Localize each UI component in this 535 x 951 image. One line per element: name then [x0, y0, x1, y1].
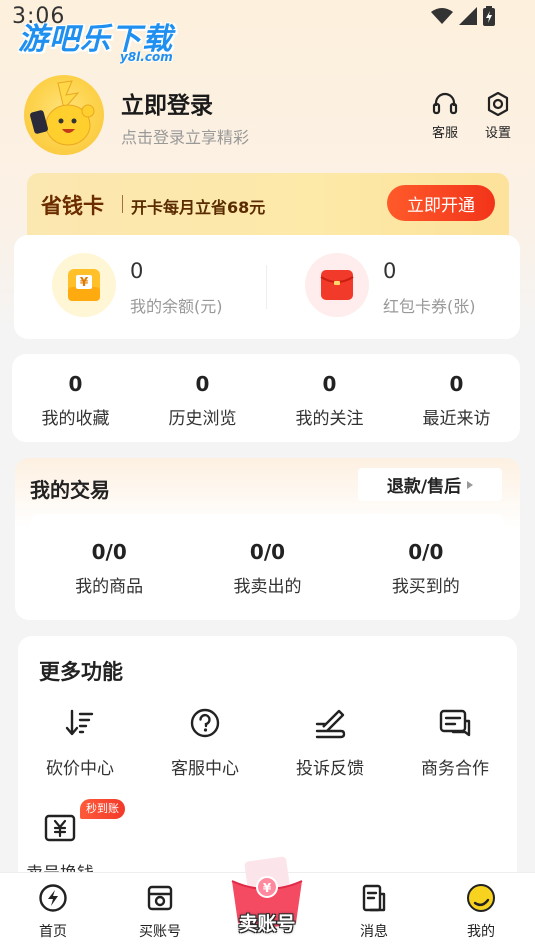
- coupons-item[interactable]: 0 红包卡券(张): [305, 253, 505, 321]
- trade-my-products[interactable]: 0/0 我的商品: [30, 514, 188, 610]
- trade-label: 我的商品: [75, 577, 144, 597]
- bottom-nav: 首页 买账号 ¥ 卖账号 消息 我的: [0, 856, 535, 951]
- trade-title: 我的交易: [30, 478, 110, 502]
- trade-sold[interactable]: 0/0 我卖出的: [188, 514, 346, 610]
- trade-label: 我买到的: [391, 577, 460, 597]
- stats-card: 0 我的收藏 0 历史浏览 0 我的关注 0 最近来访: [12, 354, 520, 442]
- feature-label: 客服中心: [171, 759, 239, 779]
- balance-divider: [266, 265, 267, 309]
- battery-icon: [483, 6, 495, 26]
- trade-bought[interactable]: 0/0 我买到的: [347, 514, 505, 610]
- nav-sell-label: 卖账号: [238, 913, 296, 935]
- feature-label: 砍价中心: [46, 759, 114, 779]
- stat-label: 我的收藏: [41, 409, 110, 429]
- balance-value: 0: [130, 259, 144, 283]
- status-icons: [431, 6, 495, 26]
- chat-box-icon: [439, 709, 471, 737]
- nav-sell-account[interactable]: ¥ 卖账号: [226, 851, 308, 951]
- trade-stats: 0/0 我的商品 0/0 我卖出的 0/0 我买到的: [30, 514, 505, 610]
- help-circle-icon: [190, 708, 220, 738]
- sort-down-icon: [65, 709, 94, 736]
- feature-label: 投诉反馈: [296, 759, 364, 779]
- activate-now-button[interactable]: 立即开通: [387, 185, 495, 221]
- yuan-wallet-icon: ¥: [52, 253, 116, 317]
- stat-label: 我的关注: [295, 409, 364, 429]
- stat-label: 历史浏览: [168, 409, 237, 429]
- balance-card: ¥ 0 我的余额(元) 0 红包卡券(张): [14, 235, 520, 339]
- trade-value: 0/0: [408, 540, 444, 564]
- red-envelope-icon: [305, 253, 369, 317]
- nav-label: 消息: [360, 924, 388, 940]
- lightning-circle-icon: [39, 884, 67, 912]
- stat-label: 最近来访: [422, 409, 491, 429]
- my-balance-item[interactable]: ¥ 0 我的余额(元): [52, 253, 252, 321]
- nav-mine[interactable]: 我的: [441, 883, 521, 941]
- stat-value: 0: [195, 372, 210, 396]
- stat-history[interactable]: 0 历史浏览: [139, 354, 266, 442]
- login-title[interactable]: 立即登录: [121, 86, 213, 120]
- stat-value: 0: [449, 372, 464, 396]
- feature-label: 商务合作: [421, 759, 489, 779]
- trade-card: 我的交易 退款/售后 0/0 我的商品 0/0 我卖出的 0/0 我买到的: [15, 458, 520, 620]
- settings-label: 设置: [484, 126, 511, 141]
- gear-icon: [487, 91, 509, 117]
- trade-value: 0/0: [91, 540, 127, 564]
- shop-bag-icon: [147, 885, 173, 911]
- service-center-item[interactable]: 客服中心: [145, 706, 265, 779]
- more-features-title: 更多功能: [39, 660, 123, 684]
- stat-value: 0: [68, 372, 83, 396]
- complaint-feedback-item[interactable]: 投诉反馈: [270, 706, 390, 779]
- trade-value: 0/0: [249, 540, 286, 564]
- stat-following[interactable]: 0 我的关注: [266, 354, 393, 442]
- nav-buy-account[interactable]: 买账号: [120, 883, 200, 941]
- nav-label: 买账号: [139, 924, 181, 940]
- yuan-ticket-icon: [44, 814, 76, 842]
- nav-home[interactable]: 首页: [13, 883, 93, 941]
- settings-button[interactable]: 设置: [478, 91, 518, 141]
- nav-label: 我的: [467, 924, 495, 940]
- coupons-label: 红包卡券(张): [383, 297, 476, 316]
- refund-aftersale-button[interactable]: 退款/售后: [358, 468, 502, 501]
- stat-value: 0: [322, 372, 337, 396]
- business-cooperation-item[interactable]: 商务合作: [395, 706, 515, 779]
- nav-messages[interactable]: 消息: [334, 883, 414, 941]
- wifi-icon: [431, 8, 453, 24]
- login-subtitle: 点击登录立享精彩: [121, 128, 250, 147]
- balance-label: 我的余额(元): [130, 297, 223, 316]
- stat-recent-visitors[interactable]: 0 最近来访: [393, 354, 520, 442]
- triangle-right-icon: [467, 480, 474, 489]
- savings-card-description: 开卡每月立省68元: [131, 198, 266, 217]
- profile-face-icon: [467, 884, 495, 912]
- customer-service-label: 客服: [431, 126, 458, 141]
- svg-text:¥: ¥: [80, 275, 89, 289]
- avatar[interactable]: [24, 75, 104, 155]
- signal-icon: [459, 7, 477, 25]
- trade-label: 我卖出的: [233, 577, 302, 597]
- bargain-center-item[interactable]: 砍价中心: [20, 706, 140, 779]
- message-doc-icon: [362, 884, 386, 912]
- mascot-avatar-icon: [30, 80, 95, 146]
- headset-icon: [432, 92, 458, 115]
- nav-label: 首页: [39, 924, 67, 940]
- customer-service-button[interactable]: 客服: [425, 92, 465, 141]
- savings-card-title: 省钱卡: [41, 194, 104, 218]
- savings-divider: [122, 195, 123, 213]
- coupons-value: 0: [383, 259, 397, 283]
- watermark-domain: y8l.com: [120, 50, 173, 64]
- savings-card[interactable]: 省钱卡 开卡每月立省68元 立即开通: [27, 173, 509, 243]
- stat-favorites[interactable]: 0 我的收藏: [12, 354, 139, 442]
- svg-text:¥: ¥: [263, 881, 272, 895]
- refund-label: 退款/售后: [386, 477, 462, 497]
- instant-payout-badge: 秒到账: [80, 799, 125, 819]
- pen-feedback-icon: [315, 709, 346, 739]
